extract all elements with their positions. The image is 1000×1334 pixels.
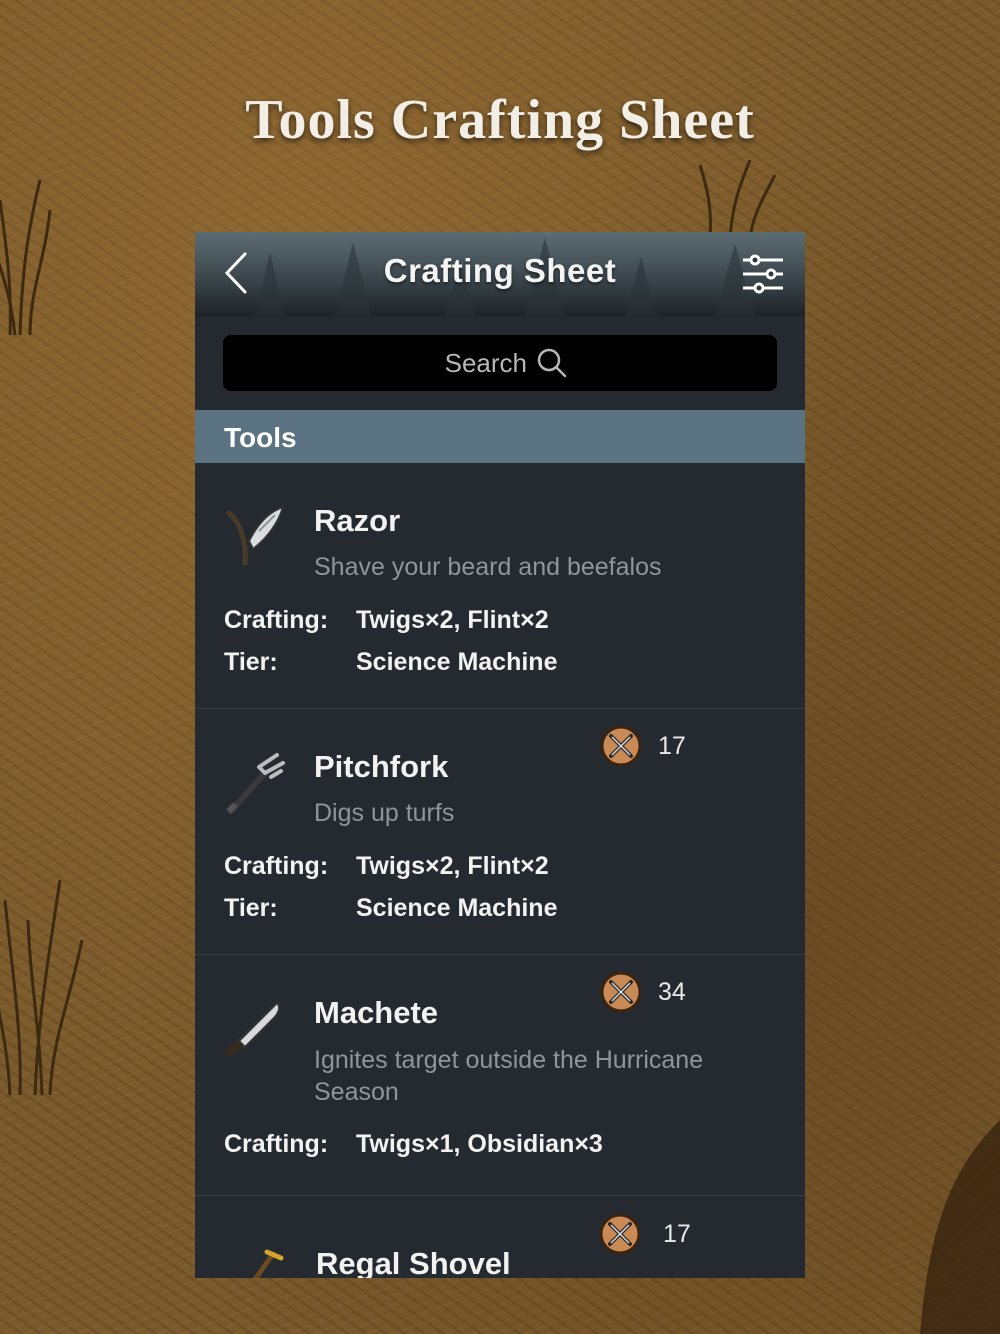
item-description: Digs up turfs [314,799,455,827]
list-item[interactable]: Regal Shovel 17 [195,1196,805,1278]
app-screen: Crafting Sheet Tools Razor Shave your be… [195,232,805,1278]
page-title: Tools Crafting Sheet [245,89,755,151]
razor-icon [226,505,285,566]
damage-value: 17 [663,1219,691,1248]
screen-title: Crafting Sheet [383,252,617,289]
sliders-icon[interactable] [741,252,785,296]
item-description: Shave your beard and beefalos [314,553,662,581]
damage-value: 17 [658,731,686,760]
crafting-value: Twigs×2, Flint×2 [356,852,549,880]
rock-decoration-bottom-right [920,1120,1000,1334]
damage-indicator: 34 [600,971,686,1013]
tier-label: Tier: [224,894,278,922]
item-name: Razor [314,503,401,538]
navigation-bar: Crafting Sheet [195,232,805,316]
damage-indicator: 17 [600,725,686,767]
grass-decoration-top-right [698,160,777,240]
crossed-swords-icon [600,971,642,1013]
item-name: Pitchfork [314,749,449,784]
tier-value: Science Machine [356,648,558,676]
crafting-value: Twigs×2, Flint×2 [356,606,549,634]
tier-label: Tier: [224,648,278,676]
shovel-icon [252,1249,284,1278]
tier-value: Science Machine [356,894,558,922]
search-icon [537,348,567,378]
list-item[interactable]: Machete 34 Ignites target outside the Hu… [195,955,805,1196]
crafting-row: Crafting: Twigs×2, Flint×2 [224,606,549,635]
crafting-label: Crafting: [224,1130,329,1158]
crossed-swords-icon [600,725,642,767]
damage-value: 34 [658,977,686,1006]
crafting-row: Crafting: Twigs×2, Flint×2 [224,852,549,881]
list-item[interactable]: Razor Shave your beard and beefalos Craf… [195,463,805,709]
crossed-swords-icon [599,1213,641,1255]
item-name: Regal Shovel [316,1246,511,1278]
crafting-row: Crafting: Twigs×1, Obsidian×3 [224,1130,603,1159]
item-name: Machete [314,995,439,1030]
search-input[interactable] [433,346,529,380]
grass-decoration-left-top [0,179,52,336]
crafting-value: Twigs×1, Obsidian×3 [356,1130,603,1158]
tier-row: Tier: Science Machine [224,894,557,923]
section-header-tools: Tools [195,410,805,463]
crafting-label: Crafting: [224,606,329,634]
search-field[interactable] [223,335,777,391]
damage-indicator: 17 [599,1213,691,1255]
search-bar-container [195,316,805,410]
machete-icon [225,1001,281,1057]
list-item[interactable]: Pitchfork 17 Digs up turfs Crafting: Twig… [195,709,805,955]
crafting-label: Crafting: [224,852,329,880]
pitchfork-icon [226,753,285,814]
grass-decoration-left-bottom [0,879,84,1096]
item-description: Ignites target outside the Hurricane Sea… [314,1046,704,1106]
tier-row: Tier: Science Machine [224,648,557,677]
